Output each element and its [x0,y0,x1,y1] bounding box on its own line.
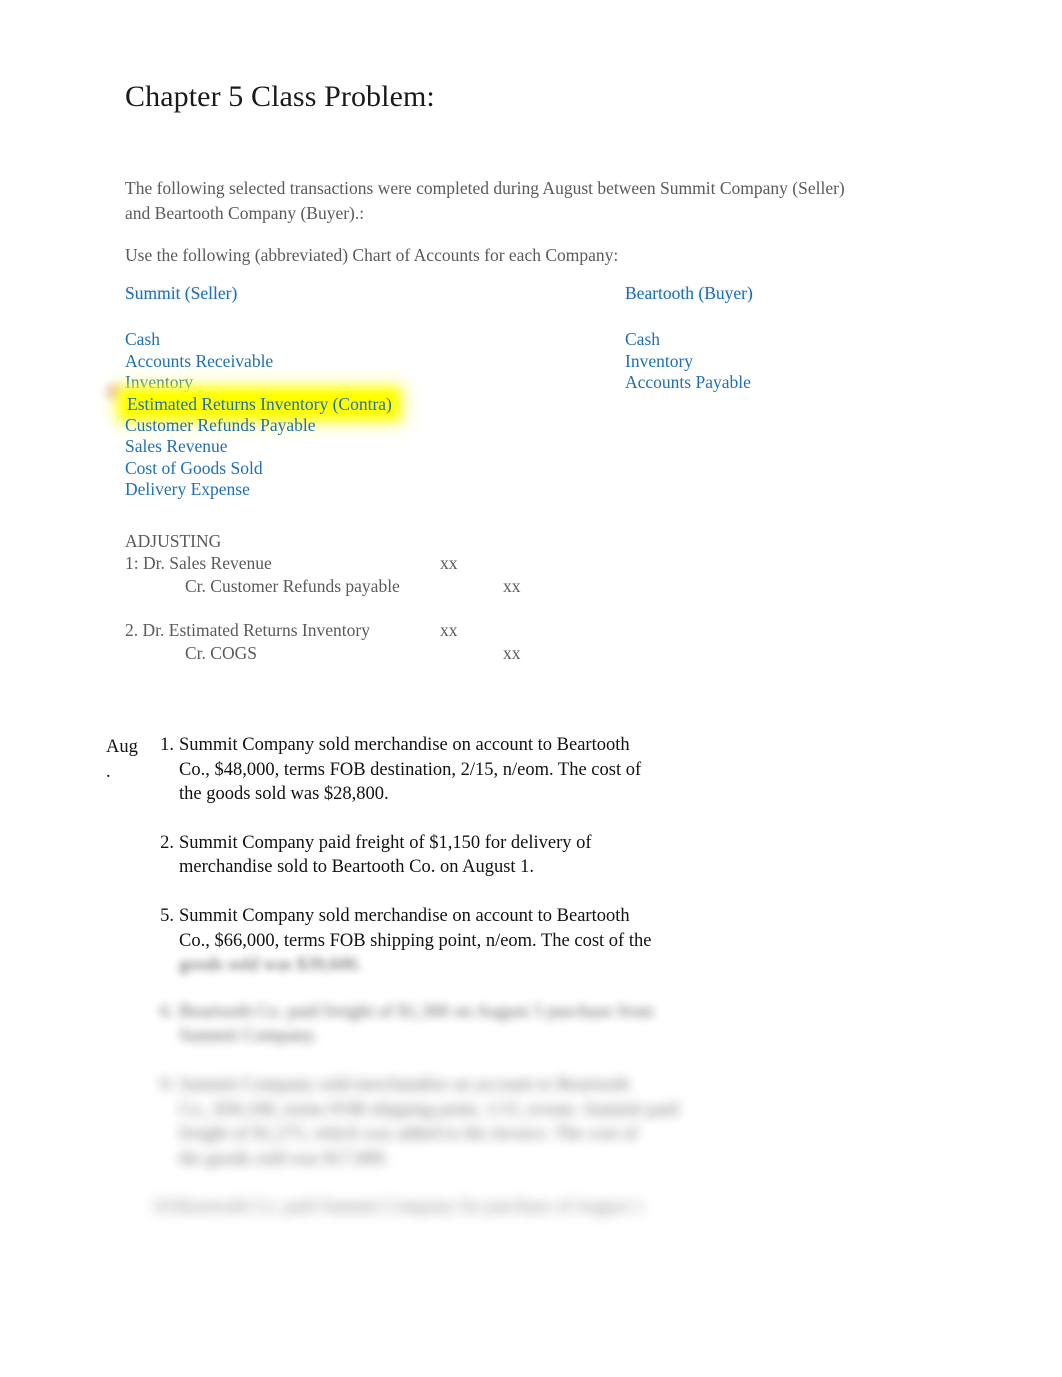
journal-entry-spacer [125,597,825,619]
transaction-item: 5. Summit Company sold merchandise on ac… [0,904,1062,953]
journal-debit-amount: xx [440,553,458,574]
journal-entry-credit-row: Cr. COGS xx [125,642,825,664]
transaction-number: 1. [160,735,174,755]
ink-smudge-artifact [101,379,127,405]
list-item-highlighted[interactable]: Estimated Returns Inventory (Contra) [125,393,394,415]
adjusting-label: ADJUSTING [125,531,222,551]
journal-account: Cr. Customer Refunds payable [185,575,400,596]
transaction-text: goods sold was $39,600. [179,955,362,976]
transaction-text: 10.Beartooth Co. paid Summit Company for… [152,1197,648,1218]
list-item[interactable]: Cost of Goods Sold [125,458,394,479]
intro-text: The following selected transactions were… [125,176,865,268]
journal-entry-debit-row: 2. Dr. Estimated Returns Inventory xx [125,619,825,641]
transaction-text: Summit Company sold merchandise on accou… [179,735,642,805]
list-item[interactable]: Inventory [625,351,753,372]
list-item[interactable]: Accounts Receivable [125,351,394,372]
transaction-text: Beartooth Co. paid freight of $1,300 on … [179,1001,654,1047]
transaction-list: Aug . 1. Summit Company sold merchandise… [0,733,1062,1244]
journal-account: Cr. COGS [185,642,257,663]
seller-account-list: Cash Accounts Receivable Inventory Estim… [125,329,394,500]
list-item[interactable]: Customer Refunds Payable [125,415,394,436]
buyer-account-list: Cash Inventory Accounts Payable [625,329,753,393]
page-title: Chapter 5 Class Problem: [125,80,435,113]
journal-credit-amount: xx [503,642,521,663]
buyer-heading: Beartooth (Buyer) [625,283,753,303]
transaction-item-obscured: goods sold was $39,600. [0,953,1062,978]
transaction-text: Summit Company paid freight of $1,150 fo… [179,832,592,878]
journal-debit-amount: xx [440,620,458,641]
chart-of-accounts-seller-column: Summit (Seller) Cash Accounts Receivable… [101,283,394,501]
document-page: Chapter 5 Class Problem: The following s… [0,0,1062,1377]
seller-heading: Summit (Seller) [125,283,238,303]
journal-account: 1: Dr. Sales Revenue [125,553,272,574]
adjusting-entries-block: ADJUSTING 1: Dr. Sales Revenue xx Cr. Cu… [125,530,825,664]
chart-of-accounts-buyer-column: Beartooth (Buyer) Cash Inventory Account… [625,283,753,394]
list-item[interactable]: Accounts Payable [625,372,753,393]
transaction-item: 2. Summit Company paid freight of $1,150… [0,831,1062,880]
transaction-item-obscured: 6. Beartooth Co. paid freight of $1,300 … [0,1000,1062,1049]
journal-entry-credit-row: Cr. Customer Refunds payable xx [125,575,825,597]
list-item[interactable]: Inventory [125,372,394,393]
transaction-number: 9. [160,1074,174,1095]
intro-paragraph-1: The following selected transactions were… [125,178,845,223]
transaction-number: 2. [160,832,174,853]
journal-account: 2. Dr. Estimated Returns Inventory [125,620,370,641]
transaction-text: Summit Company sold merchandise on accou… [179,1074,679,1169]
list-item[interactable]: Sales Revenue [125,436,394,457]
journal-entry-debit-row: 1: Dr. Sales Revenue xx [125,552,825,574]
transaction-item: 1. Summit Company sold merchandise on ac… [0,733,1062,807]
list-item[interactable]: Delivery Expense [125,479,394,500]
list-item[interactable]: Cash [125,329,394,350]
intro-paragraph-2: Use the following (abbreviated) Chart of… [125,245,619,266]
transaction-text: Summit Company sold merchandise on accou… [179,905,652,951]
transaction-item-obscured: 9. Summit Company sold merchandise on ac… [0,1073,1062,1171]
transaction-item-obscured: 10.Beartooth Co. paid Summit Company for… [0,1195,1062,1220]
transaction-number: 6. [160,1001,174,1022]
journal-credit-amount: xx [503,575,521,596]
list-item[interactable]: Cash [625,329,753,350]
transaction-number: 5. [160,905,174,926]
